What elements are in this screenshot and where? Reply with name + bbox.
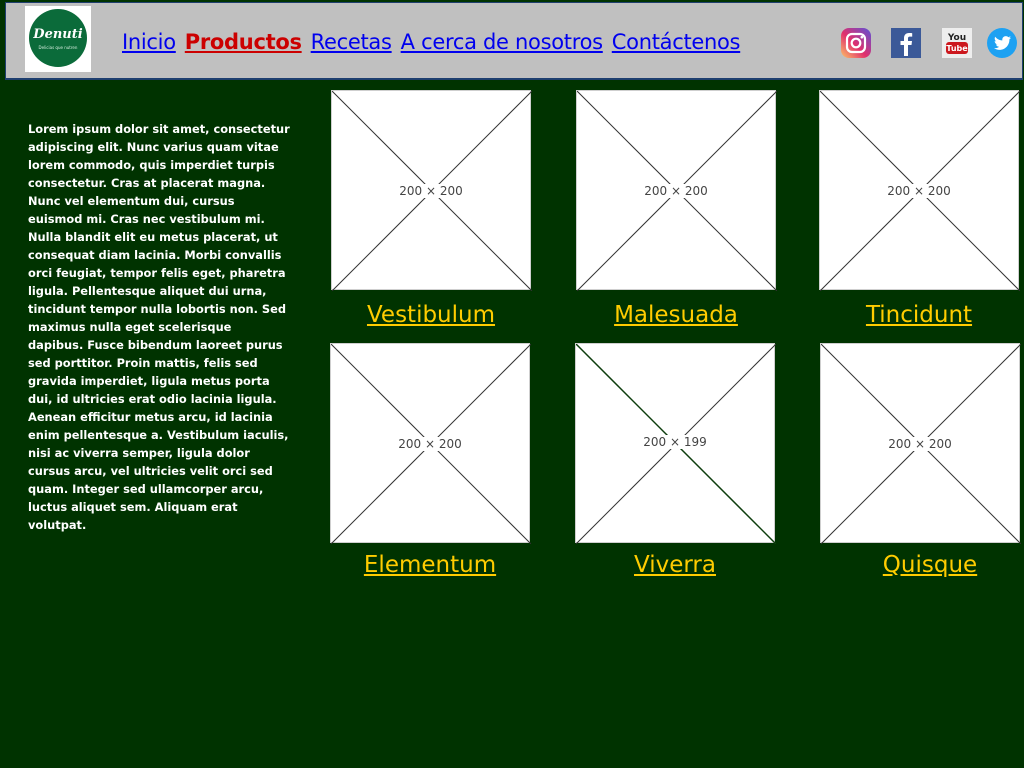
facebook-icon[interactable] xyxy=(890,27,922,59)
image-size-text: 200 × 200 xyxy=(396,437,464,451)
product-image-placeholder[interactable]: 200 × 199 xyxy=(575,343,776,544)
main-nav: Inicio Productos Recetas A cerca de nosotro… xyxy=(122,30,749,54)
image-size-text: 200 × 200 xyxy=(642,184,710,198)
product-link-viverra[interactable]: Viverra xyxy=(575,552,775,578)
youtube-icon[interactable]: You Tube xyxy=(941,27,973,59)
youtube-label-bottom: Tube xyxy=(946,44,968,53)
image-size-label: 200 × 200 xyxy=(577,184,775,198)
nav-inicio-link[interactable]: Inicio xyxy=(122,30,176,54)
header-bar: Denuti Delicias que nutren Inicio Product… xyxy=(5,2,1023,80)
product-link-quisque[interactable]: Quisque xyxy=(830,552,1024,578)
instagram-icon[interactable] xyxy=(840,27,872,59)
image-size-text: 200 × 200 xyxy=(397,184,465,198)
page: Denuti Delicias que nutren Inicio Product… xyxy=(0,0,1024,768)
product-image-placeholder[interactable]: 200 × 200 xyxy=(576,90,777,291)
image-size-label: 200 × 199 xyxy=(576,435,774,449)
logo-tagline: Delicias que nutren xyxy=(38,45,78,50)
product-image-placeholder[interactable]: 200 × 200 xyxy=(331,90,532,291)
nav-nosotros-link[interactable]: A cerca de nosotros xyxy=(401,30,603,54)
image-size-text: 200 × 200 xyxy=(886,437,954,451)
brand-logo[interactable]: Denuti Delicias que nutren xyxy=(25,6,91,72)
product-link-tincidunt[interactable]: Tincidunt xyxy=(819,302,1019,328)
twitter-icon[interactable] xyxy=(986,27,1018,59)
product-image-placeholder[interactable]: 200 × 200 xyxy=(330,343,531,544)
logo-badge: Denuti Delicias que nutren xyxy=(29,9,87,67)
product-link-malesuada[interactable]: Malesuada xyxy=(576,302,776,328)
nav-recetas-link[interactable]: Recetas xyxy=(311,30,392,54)
image-size-label: 200 × 200 xyxy=(332,184,530,198)
image-size-text: 200 × 199 xyxy=(641,435,709,449)
product-image-placeholder[interactable]: 200 × 200 xyxy=(820,343,1021,544)
product-image-placeholder[interactable]: 200 × 200 xyxy=(819,90,1020,291)
nav-contactenos-link[interactable]: Contáctenos xyxy=(612,30,741,54)
product-link-elementum[interactable]: Elementum xyxy=(330,552,530,578)
image-size-label: 200 × 200 xyxy=(821,437,1019,451)
sidebar-description: Lorem ipsum dolor sit amet, consectetur … xyxy=(28,122,290,532)
image-size-label: 200 × 200 xyxy=(331,437,529,451)
nav-productos-link[interactable]: Productos xyxy=(185,30,302,54)
youtube-label-top: You xyxy=(947,33,966,43)
image-size-text: 200 × 200 xyxy=(885,184,953,198)
logo-name: Denuti xyxy=(33,27,83,42)
image-size-label: 200 × 200 xyxy=(820,184,1018,198)
product-link-vestibulum[interactable]: Vestibulum xyxy=(331,302,531,328)
